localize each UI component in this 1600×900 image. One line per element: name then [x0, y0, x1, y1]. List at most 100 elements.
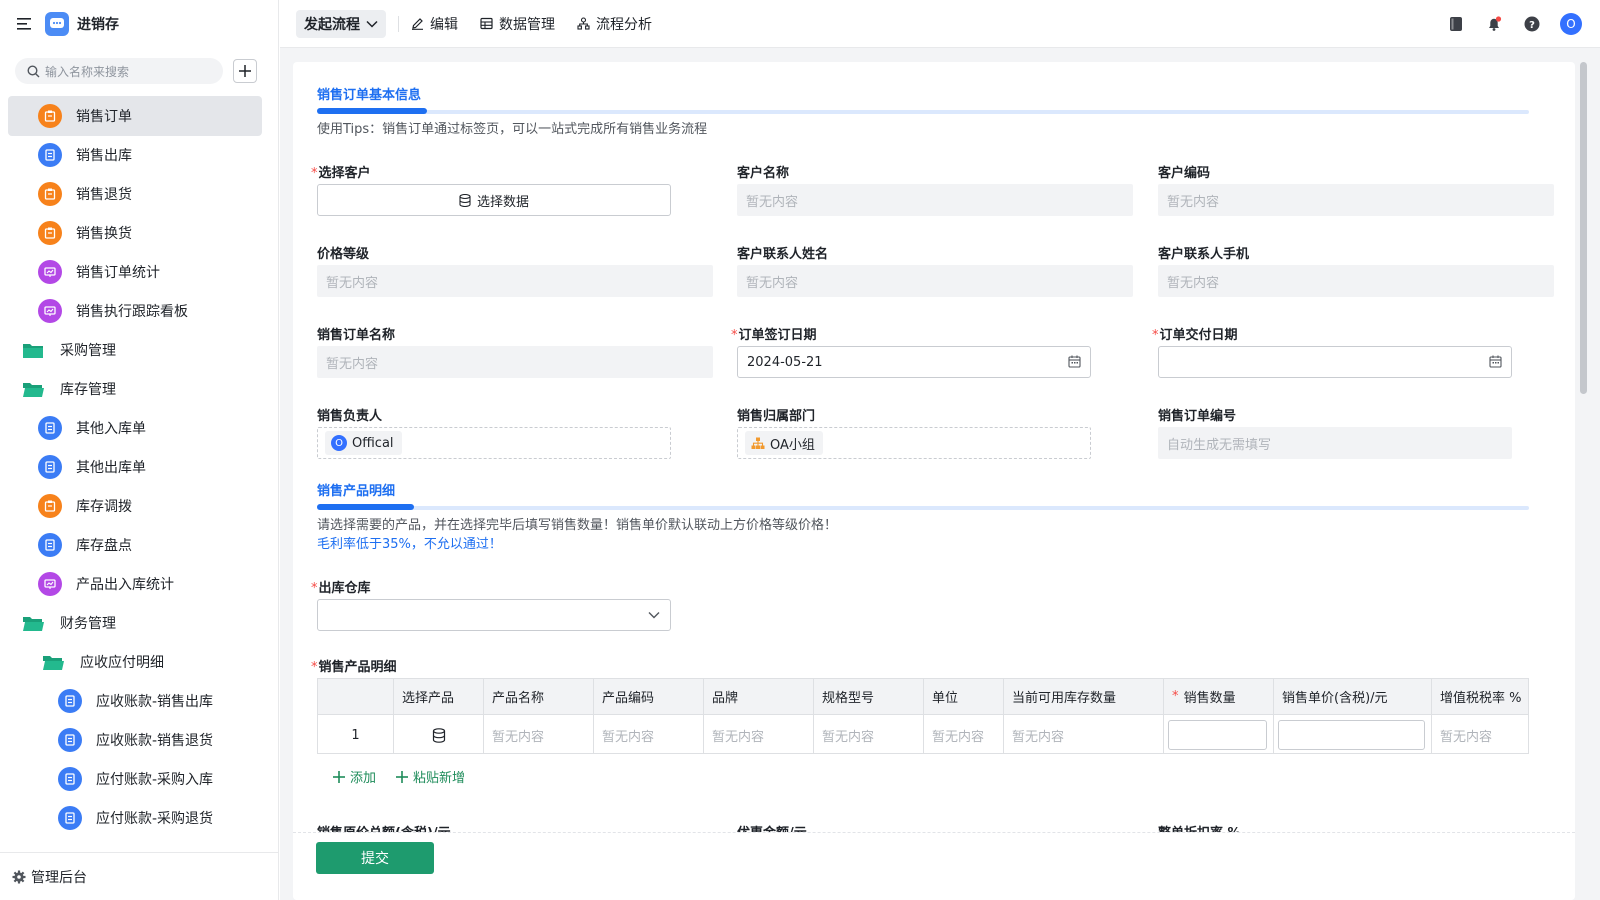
sidebar-item[interactable]: 销售订单: [8, 96, 262, 136]
org-chart-icon: [751, 437, 765, 449]
sign-date-value: 2024-05-21: [747, 354, 823, 370]
data-manage-label: 数据管理: [499, 16, 555, 33]
column-header: 规格型号: [814, 679, 924, 714]
chevron-down-icon: [366, 20, 378, 28]
sign-date-input[interactable]: 2024-05-21: [737, 346, 1091, 378]
sidebar-item-label: 应收应付明细: [80, 655, 164, 671]
bell-icon[interactable]: [1484, 14, 1504, 34]
sidebar-item-label: 应收账款-销售退货: [96, 733, 214, 749]
plus-icon: [333, 770, 345, 783]
sidebar-item[interactable]: 销售执行跟踪看板: [8, 291, 262, 331]
sidebar-item[interactable]: 应付账款-采购入库: [8, 759, 262, 799]
section-divider: [317, 110, 1529, 114]
column-header: * 销售数量: [1164, 679, 1274, 714]
sidebar-item-label: 应付账款-采购入库: [96, 772, 214, 788]
divider: [398, 15, 399, 32]
flow-icon: [577, 17, 590, 30]
form-icon: [38, 494, 62, 518]
select-data-button[interactable]: 选择数据: [317, 184, 671, 216]
scrollbar-thumb[interactable]: [1580, 62, 1587, 394]
submit-button[interactable]: 提交: [316, 842, 434, 874]
customer-name-field: 暂无内容: [737, 184, 1133, 216]
menu-icon[interactable]: [17, 17, 33, 31]
column-header: 产品编码: [594, 679, 704, 714]
field-label: 价格等级: [317, 247, 370, 262]
select-product-cell[interactable]: [394, 715, 484, 753]
dept-field[interactable]: OA小组: [737, 427, 1091, 459]
sidebar-item-label: 库存调拨: [76, 499, 132, 515]
book-icon[interactable]: [1446, 14, 1466, 34]
field-label: *订单签订日期: [731, 328, 817, 343]
sidebar-item[interactable]: 应收账款-销售退货: [8, 720, 262, 760]
sidebar-item[interactable]: 销售订单统计: [8, 252, 262, 292]
user-tag-label: Offical: [352, 435, 394, 451]
sidebar-item[interactable]: 应收账款-销售出库: [8, 681, 262, 721]
document-icon: [58, 689, 82, 713]
paste-add-button[interactable]: 粘贴新增: [396, 767, 465, 786]
sidebar: 进销存 输入名称来搜索 销售订单 销售出库 销售退货 销售换货 销售订单统计 销…: [0, 0, 279, 900]
folder-icon: [22, 341, 44, 359]
user-avatar[interactable]: O: [1560, 13, 1582, 35]
column-header: 选择产品: [394, 679, 484, 714]
sidebar-item[interactable]: 销售退货: [8, 174, 262, 214]
start-flow-button[interactable]: 发起流程: [296, 9, 386, 38]
sidebar-item[interactable]: 销售出库: [8, 135, 262, 175]
sidebar-group[interactable]: 采购管理: [8, 330, 262, 370]
quantity-cell: [1164, 715, 1274, 753]
product-detail-table: 选择产品 产品名称 产品编码 品牌 规格型号 单位 当前可用库存数量 * 销售数…: [317, 678, 1529, 754]
section-divider-accent: [317, 108, 427, 114]
dept-tag-label: OA小组: [770, 437, 815, 453]
sidebar-group[interactable]: 财务管理: [8, 603, 262, 643]
field-label: 客户联系人姓名: [737, 247, 829, 262]
sidebar-item-label: 销售执行跟踪看板: [76, 304, 188, 320]
field-label: 销售归属部门: [737, 409, 816, 424]
required-mark: *: [1172, 689, 1179, 704]
database-icon[interactable]: [432, 727, 446, 743]
help-icon[interactable]: ?: [1522, 14, 1542, 34]
sidebar-group[interactable]: 库存管理: [8, 369, 262, 409]
field-label: 客户联系人手机: [1158, 247, 1250, 262]
folder-open-icon: [42, 653, 64, 671]
price-level-field: 暂无内容: [317, 265, 713, 297]
section-title: 销售订单基本信息: [317, 88, 422, 103]
sidebar-item[interactable]: 产品出入库统计: [8, 564, 262, 604]
field-label: 销售负责人: [317, 409, 383, 424]
report-icon: [38, 260, 62, 284]
search-input[interactable]: 输入名称来搜索: [15, 58, 223, 84]
submit-bar: 提交: [293, 832, 1575, 900]
sidebar-item[interactable]: 库存盘点: [8, 525, 262, 565]
sidebar-item[interactable]: 其他入库单: [8, 408, 262, 448]
sidebar-item-label: 销售出库: [76, 148, 132, 164]
sidebar-item[interactable]: 应付账款-采购退货: [8, 798, 262, 838]
order-no-field: 自动生成无需填写: [1158, 427, 1512, 459]
admin-link[interactable]: 管理后台: [0, 852, 278, 900]
flow-analysis-button[interactable]: 流程分析: [577, 10, 652, 38]
folder-open-icon: [22, 380, 44, 398]
sidebar-item-label: 采购管理: [60, 343, 116, 359]
quantity-input[interactable]: [1168, 720, 1267, 750]
required-mark: *: [1152, 328, 1159, 343]
unit-price-cell: [1274, 715, 1432, 753]
sidebar-item[interactable]: 销售换货: [8, 213, 262, 253]
dept-tag: OA小组: [745, 431, 823, 455]
required-mark: *: [311, 581, 318, 596]
paste-add-label: 粘贴新增: [413, 771, 466, 786]
owner-field[interactable]: O Offical: [317, 427, 671, 459]
customer-code-field: 暂无内容: [1158, 184, 1554, 216]
sidebar-item[interactable]: 其他出库单: [8, 447, 262, 487]
sidebar-item[interactable]: 库存调拨: [8, 486, 262, 526]
sidebar-item-label: 其他入库单: [76, 421, 146, 437]
add-button[interactable]: [233, 59, 257, 83]
field-label: 销售订单名称: [317, 328, 396, 343]
unit-price-input[interactable]: [1278, 720, 1425, 750]
edit-button[interactable]: 编辑: [411, 10, 458, 38]
sidebar-item-label: 财务管理: [60, 616, 116, 632]
order-name-field: 暂无内容: [317, 346, 713, 378]
gear-icon: [12, 870, 26, 883]
data-manage-button[interactable]: 数据管理: [480, 10, 555, 38]
delivery-date-input[interactable]: [1158, 346, 1512, 378]
warehouse-select[interactable]: [317, 599, 671, 631]
sidebar-item-label: 其他出库单: [76, 460, 146, 476]
sidebar-group[interactable]: 应收应付明细: [8, 642, 262, 682]
add-row-button[interactable]: 添加: [333, 767, 376, 786]
